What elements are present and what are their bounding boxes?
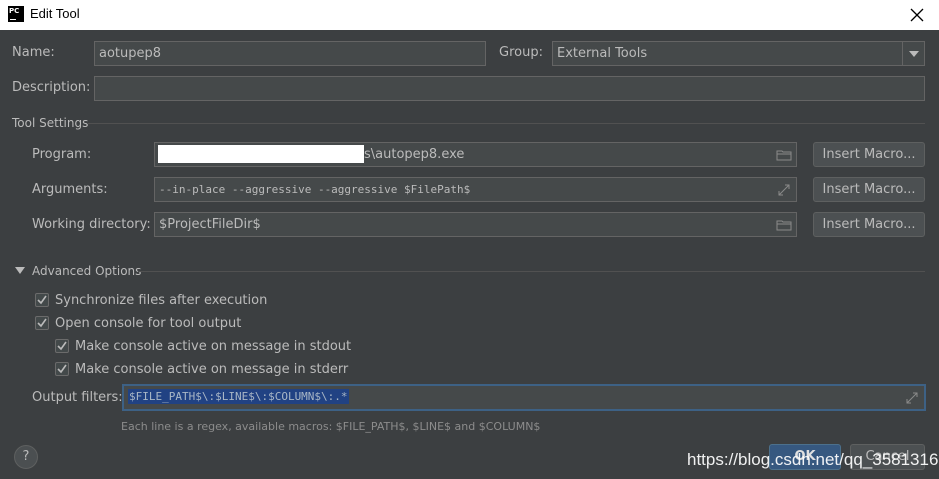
advanced-options-header[interactable]: Advanced Options — [32, 264, 141, 278]
open-console-checkbox[interactable] — [35, 316, 49, 330]
open-console-label[interactable]: Open console for tool output — [55, 316, 241, 331]
watermark-text: https://blog.csdn.net/qq_35813161 — [687, 450, 939, 469]
output-filters-value: $FILE_PATH$\:$LINE$\:$COLUMN$\:.* — [128, 389, 349, 404]
name-label: Name: — [12, 45, 55, 60]
output-filters-label: Output filters: — [32, 390, 123, 405]
checkmark-icon — [37, 318, 47, 328]
help-button[interactable]: ? — [14, 445, 38, 469]
name-field[interactable]: aotupep8 — [94, 41, 486, 66]
folder-icon[interactable] — [776, 147, 792, 163]
description-label: Description: — [12, 80, 91, 95]
group-value: External Tools — [557, 46, 648, 61]
console-active-stdout-checkbox[interactable] — [55, 339, 69, 353]
collapse-triangle-icon[interactable] — [15, 267, 25, 274]
folder-icon[interactable] — [776, 217, 792, 233]
chevron-down-icon — [909, 51, 919, 57]
description-field[interactable] — [94, 76, 925, 101]
checkmark-icon — [37, 295, 47, 305]
tool-settings-header: Tool Settings — [12, 116, 89, 130]
redaction-box — [158, 145, 364, 163]
advanced-options-divider — [138, 271, 925, 272]
group-dropdown-button[interactable] — [902, 42, 924, 65]
close-icon — [910, 8, 924, 22]
name-value: aotupep8 — [99, 46, 162, 61]
output-filters-field[interactable]: $FILE_PATH$\:$LINE$\:$COLUMN$\:.* — [122, 384, 926, 411]
group-combobox[interactable]: External Tools — [552, 41, 925, 66]
checkmark-icon — [57, 341, 67, 351]
expand-icon[interactable] — [904, 390, 920, 406]
pycharm-app-icon: PC — [8, 6, 24, 22]
close-button[interactable] — [895, 0, 939, 30]
synchronize-files-checkbox[interactable] — [35, 293, 49, 307]
console-active-stderr-checkbox[interactable] — [55, 362, 69, 376]
tool-settings-divider — [88, 123, 925, 124]
output-filters-hint: Each line is a regex, available macros: … — [121, 420, 541, 433]
working-directory-value: $ProjectFileDir$ — [159, 217, 261, 232]
working-directory-insert-macro-button[interactable]: Insert Macro... — [813, 212, 925, 237]
program-label: Program: — [32, 147, 92, 162]
window-title: Edit Tool — [30, 6, 80, 21]
program-insert-macro-button[interactable]: Insert Macro... — [813, 142, 925, 167]
arguments-field[interactable]: --in-place --aggressive --aggressive $Fi… — [154, 177, 797, 202]
group-label: Group: — [499, 45, 543, 60]
arguments-value: --in-place --aggressive --aggressive $Fi… — [159, 183, 471, 196]
program-value: s\autopep8.exe — [364, 147, 465, 162]
working-directory-label: Working directory: — [32, 217, 151, 232]
arguments-insert-macro-button[interactable]: Insert Macro... — [813, 177, 925, 202]
working-directory-field[interactable]: $ProjectFileDir$ — [154, 212, 797, 237]
arguments-label: Arguments: — [32, 182, 108, 197]
checkmark-icon — [57, 364, 67, 374]
title-bar: PC Edit Tool — [0, 0, 939, 30]
console-active-stdout-label[interactable]: Make console active on message in stdout — [75, 339, 351, 354]
synchronize-files-label[interactable]: Synchronize files after execution — [55, 293, 267, 308]
console-active-stderr-label[interactable]: Make console active on message in stderr — [75, 362, 348, 377]
expand-icon[interactable] — [776, 182, 792, 198]
